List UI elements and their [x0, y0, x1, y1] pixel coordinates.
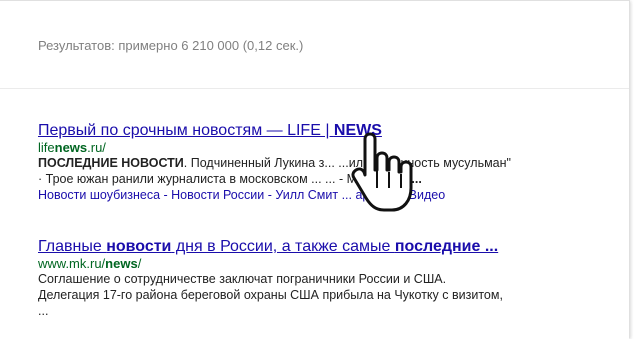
hand-pointer-icon	[351, 132, 413, 212]
divider	[0, 88, 629, 89]
search-result: Главные новости дня в России, а также са…	[38, 237, 618, 319]
search-results-panel: Результатов: примерно 6 210 000 (0,12 се…	[0, 0, 630, 339]
url-part: www.mk.ru/	[38, 256, 106, 271]
sitelink-russia[interactable]: Новости России	[171, 188, 264, 202]
result-title-link[interactable]: Первый по срочным новостям — LIFE | NEWS	[38, 121, 618, 140]
sitelink-separator: -	[163, 188, 172, 202]
snippet-keyword: ПОСЛЕДНИЕ НОВОСТИ	[38, 156, 184, 170]
result-title-link[interactable]: Главные новости дня в России, а также са…	[38, 237, 618, 256]
url-keyword: news	[105, 256, 138, 271]
result-snippet-line: Соглашение о сотрудничестве заключат пог…	[38, 272, 447, 286]
result-snippet-line: ...	[38, 304, 49, 318]
title-text: Первый по срочным новостям — LIFE |	[38, 122, 334, 139]
bottom-fade	[0, 319, 629, 339]
result-snippet-line: Делегация 17-го района береговой охраны …	[38, 288, 503, 302]
title-keyword: новости	[106, 238, 172, 255]
search-result: Первый по срочным новостям — LIFE | NEWS…	[38, 121, 618, 204]
title-text: дня в России, а также самые	[171, 238, 395, 255]
result-url: www.mk.ru/news/	[38, 256, 618, 271]
result-url: lifenews.ru/	[38, 140, 618, 155]
title-text: Главные	[38, 238, 107, 255]
url-keyword: news	[54, 140, 88, 155]
sitelink-showbiz[interactable]: Новости шоубизнеса	[38, 188, 160, 202]
result-snippet-line: ПОСЛЕДНИЕ НОВОСТИ. Подчиненный Лукина з.…	[38, 155, 618, 171]
result-stats: Результатов: примерно 6 210 000 (0,12 се…	[38, 38, 304, 53]
result-snippet-line: · Трое южан ранили журналиста в московск…	[38, 171, 618, 187]
url-part: /	[137, 256, 142, 271]
sitelinks: Новости шоубизнеса - Новости России - Уи…	[38, 187, 618, 204]
url-part: .ru/	[87, 140, 106, 155]
title-keyword: последние ...	[394, 238, 499, 255]
url-part: life	[38, 140, 55, 155]
